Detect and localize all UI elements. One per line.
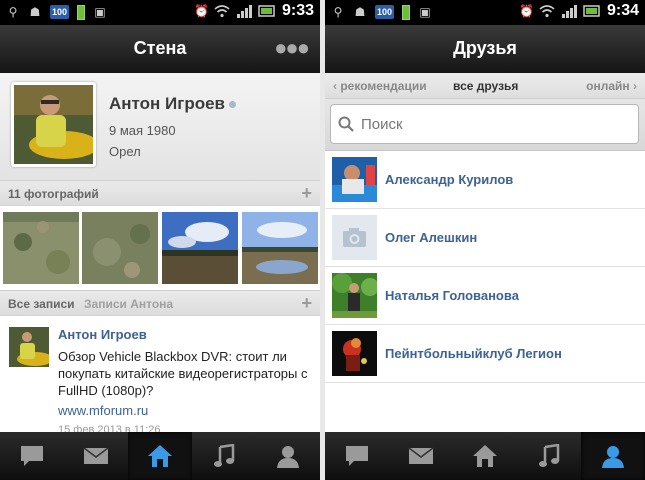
more-dots-icon[interactable]: ●●●	[274, 37, 310, 59]
home-icon	[473, 445, 497, 467]
photo-thumbnail[interactable]	[162, 212, 238, 284]
app-header: Стена ●●●	[0, 25, 320, 73]
photos-section-bar[interactable]: 11 фотографий +	[0, 180, 320, 206]
photo-thumbnail[interactable]	[3, 212, 79, 284]
profile-city: Орел	[109, 144, 141, 159]
online-status-dot	[229, 101, 236, 109]
tab-online[interactable]: онлайн ›	[586, 79, 637, 93]
status-bar: ⚲ ☗ 100 ▣ ⏰ 9:34	[325, 0, 645, 25]
wall-screen: ⚲ ☗ 100 ▣ ⏰ 9:33 Стена ●●● Антон Игроев …	[0, 0, 320, 480]
speech-bubble-icon	[346, 446, 368, 466]
envelope-icon	[408, 447, 434, 464]
tab-profile[interactable]	[581, 432, 645, 480]
post-link[interactable]: www.mforum.ru	[58, 403, 148, 418]
wall-section-bar: Все записи Записи Антона +	[0, 290, 320, 316]
android-icon: ☗	[29, 5, 41, 19]
signal-icon	[561, 5, 577, 18]
friends-screen: ⚲ ☗ 100 ▣ ⏰ 9:34 Друзья ‹ рекомендации в…	[325, 0, 645, 480]
status-time: 9:34	[606, 2, 639, 19]
bottom-tabbar	[325, 432, 645, 480]
camera-icon	[343, 228, 366, 247]
profile-card: Антон Игроев 9 мая 1980 Орел	[0, 73, 320, 180]
chevron-right-icon: ›	[629, 79, 637, 93]
photos-count-label: 11 фотографий	[8, 187, 99, 201]
friend-avatar	[332, 157, 377, 202]
friend-name: Олег Алешкин	[385, 230, 478, 245]
wall-post: Антон Игроев Обзор Vehicle Blackbox DVR:…	[0, 316, 320, 436]
friend-name: Александр Курилов	[385, 172, 514, 187]
alarm-icon: ⏰	[193, 4, 209, 18]
app-header: Друзья	[325, 25, 645, 73]
person-icon	[277, 446, 299, 468]
friend-avatar	[332, 273, 377, 318]
tab-own-posts[interactable]: Записи Антона	[84, 297, 173, 311]
friend-avatar	[332, 331, 377, 376]
friends-filter-tabs: ‹ рекомендации все друзья онлайн ›	[325, 73, 645, 99]
search-bar	[325, 99, 645, 151]
signal-icon	[236, 5, 252, 18]
android-icon: ☗	[354, 5, 366, 19]
envelope-icon	[83, 447, 109, 464]
music-note-icon	[539, 444, 560, 467]
usb-icon: ⚲	[333, 5, 343, 19]
battery-icon	[258, 5, 275, 17]
photo-strip	[0, 206, 320, 290]
charging-icon	[77, 4, 86, 20]
person-icon	[602, 446, 624, 468]
add-post-plus-icon[interactable]: +	[301, 293, 312, 314]
search-input[interactable]	[330, 104, 639, 144]
post-author[interactable]: Антон Игроев	[58, 327, 147, 342]
home-icon	[148, 445, 172, 467]
profile-birthday: 9 мая 1980	[109, 123, 176, 138]
wifi-icon	[539, 5, 555, 18]
status-time: 9:33	[281, 2, 314, 19]
photo-thumbnail[interactable]	[242, 212, 318, 284]
speech-bubble-icon	[21, 446, 43, 466]
battery-level-badge: 100	[50, 5, 70, 19]
friend-name: Наталья Голованова	[385, 288, 519, 303]
tab-profile[interactable]	[256, 432, 320, 480]
charging-icon	[402, 4, 411, 20]
tab-home[interactable]	[453, 432, 517, 480]
post-avatar[interactable]	[9, 327, 49, 367]
tab-messages[interactable]	[389, 432, 453, 480]
tab-news[interactable]	[325, 432, 389, 480]
friend-list-item[interactable]: Пейнтбольныйклуб Легион	[325, 325, 645, 383]
bag-icon: ▣	[94, 5, 106, 19]
tab-music[interactable]	[517, 432, 581, 480]
avatar[interactable]	[11, 82, 96, 167]
page-title: Друзья	[453, 38, 517, 58]
add-photo-plus-icon[interactable]: +	[301, 183, 312, 204]
friend-name: Пейнтбольныйклуб Легион	[385, 346, 562, 361]
battery-icon	[583, 5, 600, 17]
tab-all-friends[interactable]: все друзья	[453, 79, 518, 93]
bottom-tabbar	[0, 432, 320, 480]
post-text: Обзор Vehicle Blackbox DVR: стоит ли пок…	[58, 349, 308, 398]
usb-icon: ⚲	[8, 5, 18, 19]
wifi-icon	[214, 5, 230, 18]
tab-news[interactable]	[0, 432, 64, 480]
friend-avatar-placeholder	[332, 215, 377, 260]
friend-list-item[interactable]: Александр Курилов	[325, 151, 645, 209]
photo-thumbnail[interactable]	[82, 212, 158, 284]
alarm-icon: ⏰	[518, 4, 534, 18]
tab-messages[interactable]	[64, 432, 128, 480]
friend-list-item[interactable]: Олег Алешкин	[325, 209, 645, 267]
tab-all-posts[interactable]: Все записи	[8, 297, 75, 311]
page-title: Стена	[133, 38, 187, 58]
bag-icon: ▣	[419, 5, 431, 19]
tab-music[interactable]	[192, 432, 256, 480]
tab-home[interactable]	[128, 432, 192, 480]
search-icon	[338, 116, 354, 132]
profile-name: Антон Игроев	[109, 94, 236, 114]
music-note-icon	[214, 444, 235, 467]
tab-recommendations[interactable]: ‹ рекомендации	[333, 79, 427, 93]
friend-list-item[interactable]: Наталья Голованова	[325, 267, 645, 325]
status-bar: ⚲ ☗ 100 ▣ ⏰ 9:33	[0, 0, 320, 25]
battery-level-badge: 100	[375, 5, 395, 19]
